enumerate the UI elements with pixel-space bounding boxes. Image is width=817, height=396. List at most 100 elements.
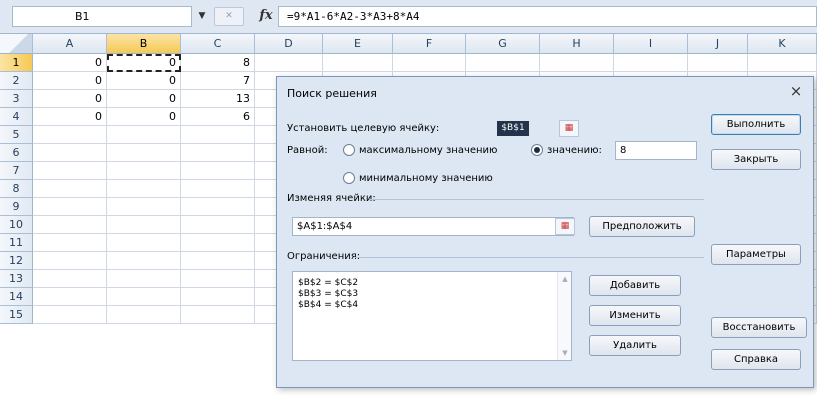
row-header[interactable]: 2 — [0, 72, 33, 90]
cell-b14[interactable] — [107, 288, 181, 306]
constraints-list[interactable]: $B$2 = $C$2 $B$3 = $C$3 $B$4 = $C$4 ▲ ▼ — [292, 271, 572, 361]
change-constraint-button[interactable]: Изменить — [589, 305, 681, 326]
cell-a14[interactable] — [33, 288, 107, 306]
cell-a10[interactable] — [33, 216, 107, 234]
column-header-c[interactable]: C — [181, 34, 255, 54]
cell-f1[interactable] — [393, 54, 466, 72]
cell-b4[interactable]: 0 — [107, 108, 181, 126]
row-header[interactable]: 3 — [0, 90, 33, 108]
row-header[interactable]: 5 — [0, 126, 33, 144]
cell-a5[interactable] — [33, 126, 107, 144]
constraint-item[interactable]: $B$4 = $C$4 — [298, 300, 358, 311]
cell-a6[interactable] — [33, 144, 107, 162]
cell-c1[interactable]: 8 — [181, 54, 255, 72]
constraint-item[interactable]: $B$3 = $C$3 — [298, 289, 358, 300]
cell-picker-icon[interactable]: ▦ — [555, 218, 575, 235]
column-header-f[interactable]: F — [393, 34, 466, 54]
row-header[interactable]: 1 — [0, 54, 33, 72]
cell-c3[interactable]: 13 — [181, 90, 255, 108]
column-header-i[interactable]: I — [614, 34, 688, 54]
row-header[interactable]: 6 — [0, 144, 33, 162]
cell-c9[interactable] — [181, 198, 255, 216]
cell-c13[interactable] — [181, 270, 255, 288]
cell-b5[interactable] — [107, 126, 181, 144]
cell-a11[interactable] — [33, 234, 107, 252]
cell-h1[interactable] — [540, 54, 614, 72]
target-cell-input[interactable]: $B$1 — [497, 121, 529, 136]
guess-button[interactable]: Предположить — [589, 216, 695, 237]
cell-d1[interactable] — [255, 54, 323, 72]
cell-e1[interactable] — [323, 54, 393, 72]
row-header[interactable]: 9 — [0, 198, 33, 216]
cell-g1[interactable] — [466, 54, 540, 72]
cell-a1[interactable]: 0 — [33, 54, 107, 72]
cell-b9[interactable] — [107, 198, 181, 216]
row-header[interactable]: 12 — [0, 252, 33, 270]
cell-a12[interactable] — [33, 252, 107, 270]
close-button[interactable]: Закрыть — [711, 149, 801, 170]
cell-b10[interactable] — [107, 216, 181, 234]
radio-value[interactable] — [531, 144, 543, 156]
cell-j1[interactable] — [688, 54, 748, 72]
row-header[interactable]: 14 — [0, 288, 33, 306]
delete-constraint-button[interactable]: Удалить — [589, 335, 681, 356]
cell-c8[interactable] — [181, 180, 255, 198]
cell-b11[interactable] — [107, 234, 181, 252]
row-header[interactable]: 4 — [0, 108, 33, 126]
cell-b2[interactable]: 0 — [107, 72, 181, 90]
column-header-j[interactable]: J — [688, 34, 748, 54]
cell-c11[interactable] — [181, 234, 255, 252]
column-header-a[interactable]: A — [33, 34, 107, 54]
restore-button[interactable]: Восстановить — [711, 317, 807, 338]
cell-b13[interactable] — [107, 270, 181, 288]
help-button[interactable]: Справка — [711, 349, 801, 370]
cell-c5[interactable] — [181, 126, 255, 144]
row-header[interactable]: 13 — [0, 270, 33, 288]
column-header-h[interactable]: H — [540, 34, 614, 54]
cell-picker-icon[interactable]: ▦ — [559, 120, 579, 137]
constraints-scrollbar[interactable]: ▲ ▼ — [557, 272, 571, 360]
cell-c2[interactable]: 7 — [181, 72, 255, 90]
row-header[interactable]: 10 — [0, 216, 33, 234]
chevron-down-icon[interactable]: ▼ — [196, 8, 208, 24]
cell-b15[interactable] — [107, 306, 181, 324]
name-box[interactable]: B1 — [12, 6, 192, 27]
cell-b12[interactable] — [107, 252, 181, 270]
row-header[interactable]: 15 — [0, 306, 33, 324]
scroll-down-icon[interactable]: ▼ — [560, 348, 570, 358]
changing-cells-input[interactable]: $A$1:$A$4 — [292, 217, 574, 236]
cell-a4[interactable]: 0 — [33, 108, 107, 126]
row-header[interactable]: 11 — [0, 234, 33, 252]
radio-min[interactable] — [343, 172, 355, 184]
cell-b3[interactable]: 0 — [107, 90, 181, 108]
cell-a3[interactable]: 0 — [33, 90, 107, 108]
cell-a13[interactable] — [33, 270, 107, 288]
cell-c12[interactable] — [181, 252, 255, 270]
add-constraint-button[interactable]: Добавить — [589, 275, 681, 296]
cell-a8[interactable] — [33, 180, 107, 198]
close-icon[interactable]: × — [787, 82, 805, 100]
column-header-b[interactable]: B — [107, 34, 181, 54]
cell-b1[interactable]: 0 — [107, 54, 181, 72]
cell-c15[interactable] — [181, 306, 255, 324]
row-header[interactable]: 7 — [0, 162, 33, 180]
formula-input[interactable]: =9*A1-6*A2-3*A3+8*A4 — [278, 6, 817, 27]
cell-a15[interactable] — [33, 306, 107, 324]
cell-b8[interactable] — [107, 180, 181, 198]
formula-cancel-icon[interactable]: ✕ — [214, 7, 244, 26]
cell-c14[interactable] — [181, 288, 255, 306]
cell-b7[interactable] — [107, 162, 181, 180]
cell-b6[interactable] — [107, 144, 181, 162]
cell-c4[interactable]: 6 — [181, 108, 255, 126]
cell-i1[interactable] — [614, 54, 688, 72]
cell-a2[interactable]: 0 — [33, 72, 107, 90]
column-header-g[interactable]: G — [466, 34, 540, 54]
row-header[interactable]: 8 — [0, 180, 33, 198]
cell-a7[interactable] — [33, 162, 107, 180]
select-all-corner[interactable] — [0, 34, 33, 54]
column-header-e[interactable]: E — [323, 34, 393, 54]
cell-a9[interactable] — [33, 198, 107, 216]
value-input[interactable]: 8 — [615, 141, 697, 160]
radio-max[interactable] — [343, 144, 355, 156]
cell-c7[interactable] — [181, 162, 255, 180]
